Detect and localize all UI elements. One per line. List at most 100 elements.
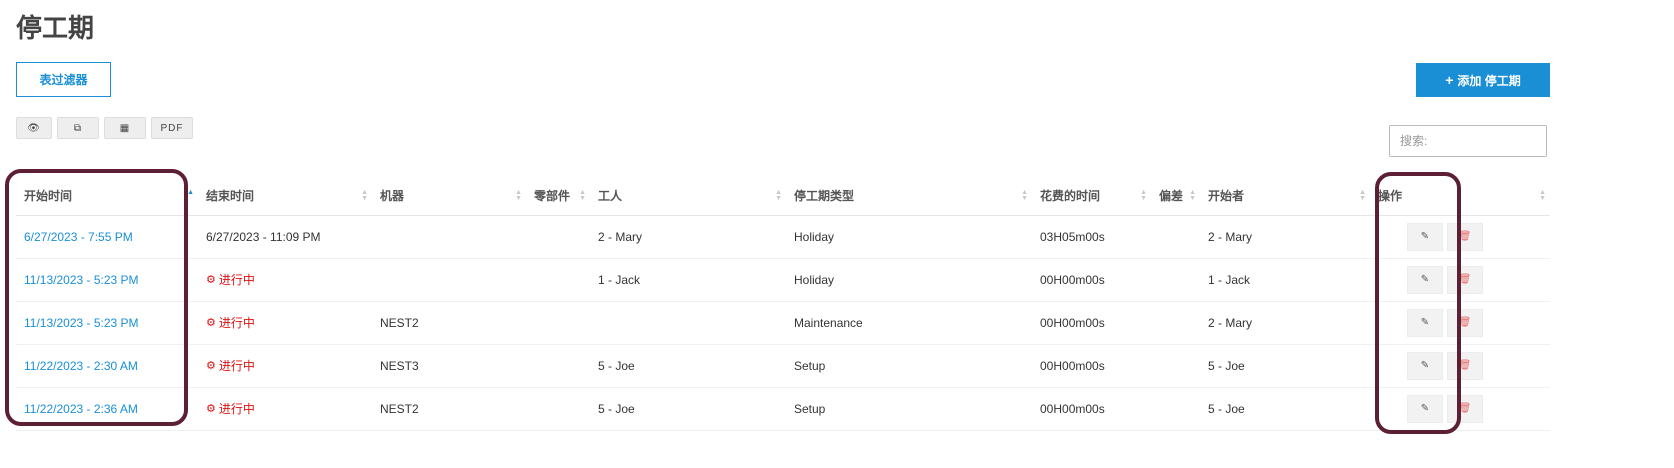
table-icon: ▦	[119, 122, 131, 134]
cell-worker	[590, 301, 786, 345]
cell-machine: NEST2	[372, 387, 526, 431]
cell-start-time[interactable]: 11/13/2023 - 5:23 PM	[16, 301, 198, 345]
column-header-worker[interactable]: 工人 ▲ ▼	[590, 177, 786, 216]
cell-worker: 5 - Joe	[590, 344, 786, 388]
delete-button[interactable]: 🗑	[1447, 222, 1483, 251]
column-header-downtime-type[interactable]: 停工期类型 ▲ ▼	[786, 177, 1032, 216]
cell-started-by: 2 - Mary	[1200, 215, 1370, 259]
excel-button[interactable]: ▦	[104, 117, 146, 139]
start-time-link[interactable]: 6/27/2023 - 7:55 PM	[24, 230, 133, 244]
cell-started-by: 5 - Joe	[1200, 344, 1370, 388]
eye-icon: 👁	[27, 122, 41, 134]
delete-button[interactable]: 🗑	[1447, 394, 1483, 423]
cell-time-spent: 00H00m00s	[1032, 344, 1151, 388]
cell-time-spent: 00H00m00s	[1032, 387, 1151, 431]
gears-icon: ⚙	[206, 317, 216, 329]
gears-icon: ⚙	[206, 360, 216, 372]
edit-button[interactable]: ✎	[1407, 394, 1443, 423]
cell-downtime-type: Setup	[786, 387, 1032, 431]
sort-icon: ▲▼	[1021, 188, 1028, 202]
column-header-deviation[interactable]: 偏差 ▲ ▼	[1151, 177, 1200, 216]
edit-button[interactable]: ✎	[1407, 308, 1443, 337]
cell-end-time: ⚙ 进行中	[198, 258, 372, 302]
cell-deviation	[1151, 301, 1200, 345]
downtime-table: 开始时间▲▼ 结束时间▲▼ 机器▲▼ 零部件▲▼ 工人▲▼ 停工期类型▲▼ 花费…	[16, 177, 1550, 431]
edit-icon: ✎	[1420, 274, 1430, 285]
copy-icon: ⧉	[73, 122, 83, 134]
start-time-link[interactable]: 11/13/2023 - 5:23 PM	[24, 316, 139, 330]
plus-icon: +	[1445, 72, 1454, 88]
start-time-link[interactable]: 11/22/2023 - 2:30 AM	[24, 359, 138, 373]
cell-start-time[interactable]: 11/22/2023 - 2:36 AM	[16, 387, 198, 431]
column-header-machine[interactable]: 机器 ▲ ▼	[372, 177, 526, 216]
cell-part	[526, 258, 590, 302]
cell-machine: NEST3	[372, 344, 526, 388]
start-time-link[interactable]: 11/22/2023 - 2:36 AM	[24, 402, 138, 416]
export-toolbar: 👁 ⧉ ▦ PDF	[16, 117, 193, 139]
table-header-row: 开始时间▲▼ 结束时间▲▼ 机器▲▼ 零部件▲▼ 工人▲▼ 停工期类型▲▼ 花费…	[16, 177, 1550, 216]
cell-deviation	[1151, 344, 1200, 388]
cell-deviation	[1151, 258, 1200, 302]
add-downtime-button[interactable]: + 添加 停工期	[1416, 63, 1550, 97]
cell-time-spent: 03H05m00s	[1032, 215, 1151, 259]
running-status: ⚙ 进行中	[206, 402, 255, 416]
pdf-button[interactable]: PDF	[151, 117, 193, 139]
table-body: 6/27/2023 - 7:55 PM 6/27/2023 - 11:09 PM 2…	[16, 215, 1550, 431]
edit-icon: ✎	[1420, 231, 1430, 242]
column-header-end-time[interactable]: 结束时间 ▲ ▼	[198, 177, 372, 216]
start-time-link[interactable]: 11/13/2023 - 5:23 PM	[24, 273, 139, 287]
sort-icon: ▲▼	[187, 188, 194, 196]
cell-started-by: 1 - Jack	[1200, 258, 1370, 302]
table-row: 11/13/2023 - 5:23 PM ⚙ 进行中 1 - Jack Holiday 0…	[16, 258, 1550, 302]
table-row: 11/22/2023 - 2:36 AM ⚙ 进行中 NEST2 5 - Joe Setu…	[16, 387, 1550, 431]
edit-icon: ✎	[1420, 317, 1430, 328]
delete-button[interactable]: 🗑	[1447, 265, 1483, 294]
copy-button[interactable]: ⧉	[57, 117, 99, 139]
cell-machine	[372, 258, 526, 302]
cell-part	[526, 301, 590, 345]
edit-button[interactable]: ✎	[1407, 222, 1443, 251]
cell-time-spent: 00H00m00s	[1032, 301, 1151, 345]
cell-started-by: 5 - Joe	[1200, 387, 1370, 431]
cell-actions: ✎ 🗑	[1370, 301, 1550, 345]
delete-button[interactable]: 🗑	[1447, 351, 1483, 380]
cell-actions: ✎ 🗑	[1370, 344, 1550, 388]
cell-machine: NEST2	[372, 301, 526, 345]
cell-start-time[interactable]: 11/22/2023 - 2:30 AM	[16, 344, 198, 388]
cell-actions: ✎ 🗑	[1370, 387, 1550, 431]
cell-time-spent: 00H00m00s	[1032, 258, 1151, 302]
cell-worker: 5 - Joe	[590, 387, 786, 431]
search-input[interactable]	[1389, 125, 1547, 157]
cell-end-time: ⚙ 进行中	[198, 387, 372, 431]
table-filter-button[interactable]: 表过滤器	[16, 62, 111, 97]
cell-machine	[372, 215, 526, 259]
page-title: 停工期	[16, 13, 95, 43]
cell-worker: 2 - Mary	[590, 215, 786, 259]
cell-actions: ✎ 🗑	[1370, 215, 1550, 259]
cell-part	[526, 215, 590, 259]
sort-icon: ▲▼	[515, 188, 522, 202]
trash-icon: 🗑	[1458, 403, 1472, 414]
edit-button[interactable]: ✎	[1407, 351, 1443, 380]
sort-icon: ▲▼	[361, 188, 368, 202]
cell-end-time: 6/27/2023 - 11:09 PM	[198, 215, 372, 259]
cell-start-time[interactable]: 6/27/2023 - 7:55 PM	[16, 215, 198, 259]
trash-icon: 🗑	[1458, 274, 1472, 285]
edit-button[interactable]: ✎	[1407, 265, 1443, 294]
running-status: ⚙ 进行中	[206, 273, 255, 287]
cell-deviation	[1151, 215, 1200, 259]
column-visibility-button[interactable]: 👁	[16, 117, 52, 139]
column-header-actions[interactable]: 操作 ▲ ▼	[1370, 177, 1550, 216]
cell-deviation	[1151, 387, 1200, 431]
delete-button[interactable]: 🗑	[1447, 308, 1483, 337]
column-header-part[interactable]: 零部件 ▲ ▼	[526, 177, 590, 216]
column-header-time-spent[interactable]: 花费的时间 ▲ ▼	[1032, 177, 1151, 216]
column-header-started-by[interactable]: 开始者 ▲ ▼	[1200, 177, 1370, 216]
sort-icon: ▲▼	[1140, 188, 1147, 202]
sort-icon: ▲▼	[1359, 188, 1366, 202]
cell-actions: ✎ 🗑	[1370, 258, 1550, 302]
cell-start-time[interactable]: 11/13/2023 - 5:23 PM	[16, 258, 198, 302]
column-header-start-time[interactable]: 开始时间▲▼	[16, 177, 198, 216]
cell-end-time: ⚙ 进行中	[198, 301, 372, 345]
gears-icon: ⚙	[206, 274, 216, 286]
